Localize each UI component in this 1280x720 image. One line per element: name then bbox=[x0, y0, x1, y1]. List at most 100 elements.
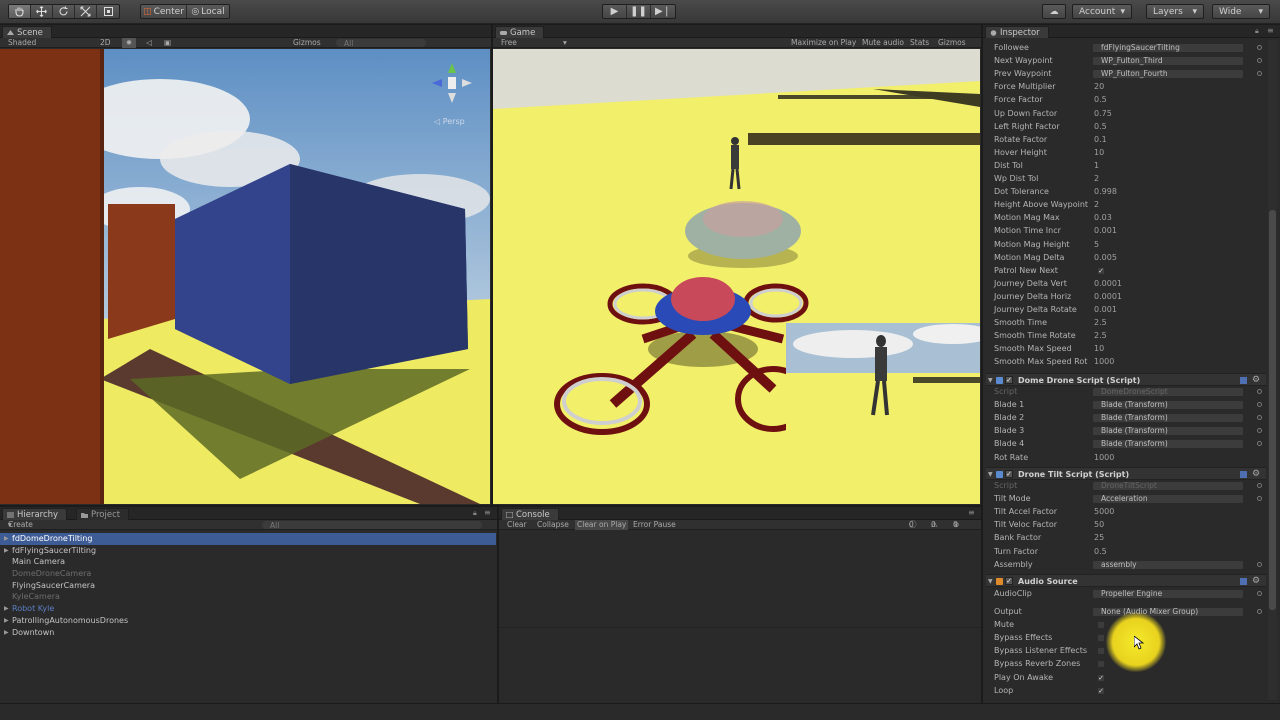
tab-console[interactable]: Console bbox=[501, 508, 559, 520]
value-field[interactable]: 10 bbox=[1094, 147, 1104, 159]
panel-menu-icon[interactable]: ≡ bbox=[484, 508, 491, 517]
value-field[interactable]: 2 bbox=[1094, 199, 1099, 211]
property-checkbox[interactable]: ✓ bbox=[1097, 686, 1105, 695]
value-field[interactable]: 2.5 bbox=[1094, 330, 1107, 342]
step-icon[interactable]: ▶❘ bbox=[651, 5, 675, 18]
object-field[interactable]: None (Audio Mixer Group) bbox=[1092, 607, 1244, 617]
hierarchy-item[interactable]: Main Camera bbox=[0, 556, 496, 568]
lock-icon[interactable]: 🔒︎ bbox=[473, 509, 477, 518]
value-field[interactable]: 1000 bbox=[1094, 356, 1114, 368]
layout-dropdown[interactable]: Wide ▾ bbox=[1212, 4, 1270, 19]
cloud-button[interactable]: ☁ bbox=[1042, 4, 1066, 19]
value-field[interactable]: 20 bbox=[1094, 81, 1104, 93]
hierarchy-item[interactable]: ▶ Downtown bbox=[0, 627, 496, 639]
hierarchy-item[interactable]: DomeDroneCamera bbox=[0, 568, 496, 580]
game-viewport[interactable] bbox=[493, 49, 980, 504]
component-enable-checkbox[interactable]: ✓ bbox=[1005, 470, 1013, 478]
account-dropdown[interactable]: Account ▾ bbox=[1072, 4, 1132, 19]
object-field[interactable]: Acceleration bbox=[1092, 494, 1244, 505]
object-picker-icon[interactable] bbox=[1257, 389, 1262, 394]
value-field[interactable]: 0.0001 bbox=[1094, 278, 1122, 290]
value-field[interactable]: 0.005 bbox=[1094, 252, 1117, 264]
rect-icon[interactable] bbox=[97, 5, 119, 18]
scene-gizmo[interactable] bbox=[420, 59, 476, 115]
error-pause-toggle[interactable]: Error Pause bbox=[633, 520, 676, 530]
object-field[interactable]: WP_Fulton_Fourth bbox=[1092, 69, 1244, 80]
hierarchy-item[interactable]: ▶ fdDomeDroneTilting bbox=[0, 533, 496, 545]
component-header[interactable]: ▼ ✓ Dome Drone Script (Script) ⚙ bbox=[986, 373, 1266, 386]
foldout-arrow-icon[interactable]: ▼ bbox=[988, 468, 993, 481]
object-field[interactable]: Blade (Transform) bbox=[1092, 400, 1244, 411]
maximize-on-play-toggle[interactable]: Maximize on Play bbox=[791, 38, 856, 48]
mute-audio-toggle[interactable]: Mute audio bbox=[862, 38, 904, 48]
component-header[interactable]: ▼ ✓ Drone Tilt Script (Script) ⚙ bbox=[986, 467, 1266, 480]
rotate-icon[interactable] bbox=[53, 5, 75, 18]
expand-arrow-icon[interactable]: ▶ bbox=[4, 615, 9, 627]
layers-dropdown[interactable]: Layers ▾ bbox=[1146, 4, 1204, 19]
tab-hierarchy[interactable]: Hierarchy bbox=[2, 508, 68, 520]
object-picker-icon[interactable] bbox=[1257, 496, 1262, 502]
hierarchy-item[interactable]: ▶ PatrollingAutonomousDrones bbox=[0, 615, 496, 627]
object-picker-icon[interactable] bbox=[1257, 402, 1262, 408]
value-field[interactable]: 0.001 bbox=[1094, 225, 1117, 237]
move-icon[interactable] bbox=[31, 5, 53, 18]
property-checkbox[interactable] bbox=[1097, 634, 1105, 643]
help-icon[interactable] bbox=[1240, 377, 1247, 384]
hierarchy-item[interactable]: ▶ Robot Kyle bbox=[0, 603, 496, 615]
value-field[interactable]: 25 bbox=[1094, 532, 1104, 544]
component-enable-checkbox[interactable]: ✓ bbox=[1005, 577, 1013, 585]
shading-mode-dropdown[interactable]: Shaded bbox=[8, 38, 36, 48]
scene-search-input[interactable]: All bbox=[336, 39, 426, 48]
clear-on-play-toggle[interactable]: Clear on Play bbox=[575, 520, 629, 530]
lighting-icon[interactable]: ✹ bbox=[122, 38, 136, 48]
gear-icon[interactable]: ⚙ bbox=[1252, 575, 1260, 588]
object-picker-icon[interactable] bbox=[1257, 483, 1262, 488]
value-field[interactable]: 0.03 bbox=[1094, 212, 1112, 224]
audio-icon[interactable]: ◁ bbox=[146, 38, 152, 48]
value-field[interactable]: 10 bbox=[1094, 343, 1104, 355]
expand-arrow-icon[interactable]: ▶ bbox=[4, 627, 9, 639]
object-picker-icon[interactable] bbox=[1257, 609, 1262, 614]
value-field[interactable]: 0.001 bbox=[1094, 304, 1117, 316]
space-local-button[interactable]: ◎ Local bbox=[187, 5, 229, 18]
object-field[interactable]: DroneTiltScript bbox=[1092, 481, 1244, 491]
object-field[interactable]: fdFlyingSaucerTilting bbox=[1092, 43, 1244, 53]
value-field[interactable]: 1000 bbox=[1094, 452, 1114, 464]
object-field[interactable]: DomeDroneScript bbox=[1092, 387, 1244, 397]
object-picker-icon[interactable] bbox=[1257, 415, 1262, 421]
object-picker-icon[interactable] bbox=[1257, 441, 1262, 447]
property-checkbox[interactable]: ✓ bbox=[1097, 266, 1105, 275]
component-enable-checkbox[interactable]: ✓ bbox=[1005, 376, 1013, 384]
panel-menu-icon[interactable]: ≡ bbox=[1267, 26, 1274, 35]
tab-game[interactable]: Game bbox=[495, 26, 545, 38]
collapse-toggle[interactable]: Collapse bbox=[537, 520, 569, 530]
property-checkbox[interactable] bbox=[1097, 621, 1105, 630]
value-field[interactable]: 50 bbox=[1094, 519, 1104, 531]
clear-button[interactable]: Clear bbox=[507, 520, 527, 530]
value-field[interactable]: 0.5 bbox=[1094, 121, 1107, 133]
play-icon[interactable]: ▶ bbox=[603, 5, 627, 18]
expand-arrow-icon[interactable]: ▶ bbox=[4, 603, 9, 615]
hierarchy-item[interactable]: FlyingSaucerCamera bbox=[0, 580, 496, 592]
value-field[interactable]: 5 bbox=[1094, 239, 1099, 251]
hierarchy-item[interactable]: KyleCamera bbox=[0, 591, 496, 603]
foldout-arrow-icon[interactable]: ▼ bbox=[988, 575, 993, 588]
hand-icon[interactable] bbox=[9, 5, 31, 18]
object-picker-icon[interactable] bbox=[1257, 591, 1262, 596]
gizmos-dropdown[interactable]: Gizmos bbox=[293, 38, 321, 48]
object-field[interactable]: Blade (Transform) bbox=[1092, 413, 1244, 424]
object-field[interactable]: Propeller Engine bbox=[1092, 589, 1244, 599]
value-field[interactable]: 5000 bbox=[1094, 506, 1114, 518]
help-icon[interactable] bbox=[1240, 578, 1247, 585]
property-checkbox[interactable] bbox=[1097, 647, 1105, 656]
object-picker-icon[interactable] bbox=[1257, 561, 1262, 567]
effects-icon[interactable]: ▣ bbox=[164, 38, 171, 48]
object-field[interactable]: Blade (Transform) bbox=[1092, 426, 1244, 437]
foldout-arrow-icon[interactable]: ▼ bbox=[988, 374, 993, 387]
scrollbar-thumb[interactable] bbox=[1269, 210, 1276, 610]
panel-menu-icon[interactable]: ≡ bbox=[968, 508, 975, 517]
pause-icon[interactable]: ❚❚ bbox=[627, 5, 651, 18]
stats-toggle[interactable]: Stats bbox=[910, 38, 929, 48]
value-field[interactable]: 0.998 bbox=[1094, 186, 1117, 198]
object-picker-icon[interactable] bbox=[1257, 58, 1262, 64]
